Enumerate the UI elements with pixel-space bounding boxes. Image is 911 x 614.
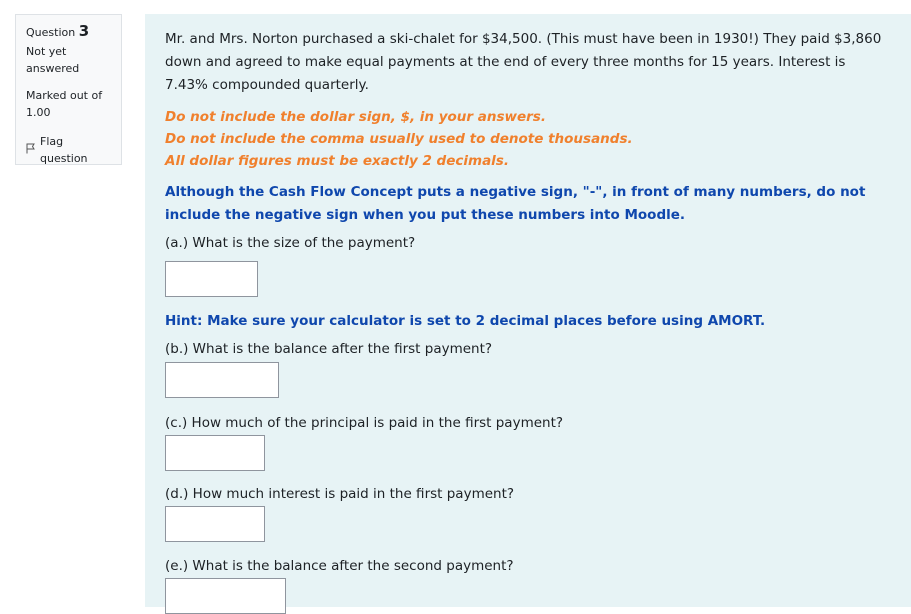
flag-icon — [26, 142, 36, 159]
part-d-answer-input[interactable] — [165, 506, 265, 542]
question-number-value: 3 — [78, 22, 90, 40]
part-c-label: (c.) How much of the principal is paid i… — [165, 415, 564, 431]
part-e-answer-input[interactable] — [165, 578, 286, 614]
question-number: Question 3 — [26, 23, 113, 41]
question-state: Not yet answered — [26, 45, 80, 75]
part-b-label: (b.) What is the balance after the first… — [165, 341, 493, 357]
question-grade: Marked out of 1.00 — [26, 89, 103, 119]
hint-text: Hint: Make sure your calculator is set t… — [165, 313, 766, 329]
question-content: Mr. and Mrs. Norton purchased a ski-chal… — [145, 14, 911, 614]
instruction-3: All dollar figures must be exactly 2 dec… — [165, 153, 509, 169]
instruction-2: Do not include the comma usually used to… — [165, 131, 633, 147]
instruction-1: Do not include the dollar sign, $, in yo… — [165, 109, 546, 125]
part-b-answer-input[interactable] — [165, 362, 279, 398]
part-a-label: (a.) What is the size of the payment? — [165, 235, 416, 251]
part-e-label: (e.) What is the balance after the secon… — [165, 558, 514, 574]
question-label: Question — [26, 26, 76, 39]
part-c-answer-input[interactable] — [165, 435, 265, 471]
flag-question-link[interactable]: Flag question — [26, 133, 113, 167]
part-d-label: (d.) How much interest is paid in the fi… — [165, 486, 515, 502]
negative-sign-note: Although the Cash Flow Concept puts a ne… — [165, 184, 866, 223]
flag-label: Flag question — [40, 135, 88, 165]
question-text: Mr. and Mrs. Norton purchased a ski-chal… — [165, 31, 882, 93]
question-info-panel: Question 3 Not yet answered Marked out o… — [15, 14, 122, 165]
part-a-answer-input[interactable] — [165, 261, 258, 297]
